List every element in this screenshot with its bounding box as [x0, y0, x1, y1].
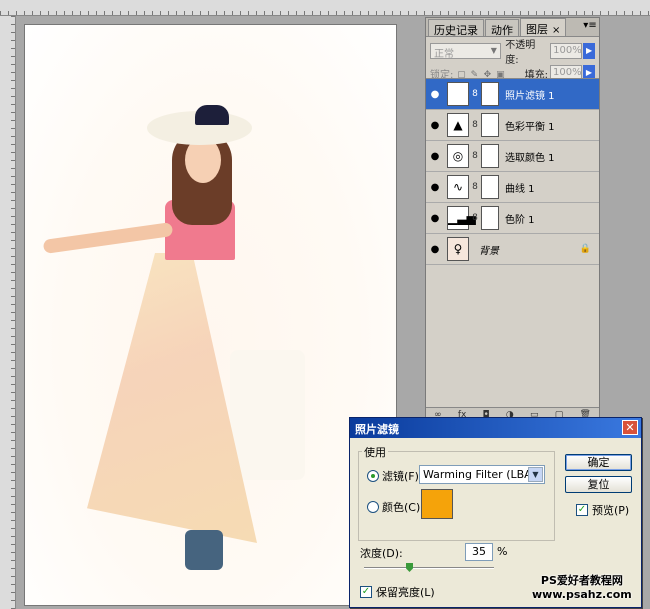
reset-button[interactable]: 复位 — [565, 476, 632, 493]
layer-name[interactable]: 照片滤镜 1 — [505, 87, 555, 102]
chevron-down-icon[interactable]: ▼ — [528, 467, 543, 482]
panel-tabs: 历史记录 动作 图层 × ▾≡ — [426, 18, 599, 37]
vertical-ruler — [0, 16, 16, 609]
layer-name[interactable]: 曲线 1 — [505, 180, 535, 195]
link-icon: 8 — [472, 182, 478, 192]
panel-menu-icon[interactable]: ▾≡ — [583, 20, 597, 34]
image-thumbnail: ♀ — [447, 237, 469, 261]
filter-label[interactable]: 滤镜(F): — [382, 468, 423, 484]
layer-mask-thumbnail[interactable] — [481, 82, 499, 106]
curves-icon: ∿ — [447, 175, 469, 199]
link-icon: 8 — [472, 89, 478, 99]
link-icon: 8 — [472, 213, 478, 223]
blend-row: 正常 ▼ 不透明度: 100% ▶ — [426, 40, 599, 66]
document-canvas[interactable] — [24, 24, 397, 606]
density-slider-thumb[interactable] — [406, 563, 413, 572]
visibility-eye-icon[interactable]: ● — [426, 151, 444, 162]
density-slider-track[interactable] — [364, 567, 494, 569]
tab-layers-label: 图层 — [526, 23, 548, 36]
close-tab-icon[interactable]: × — [552, 25, 560, 36]
filter-select-value: Warming Filter (LBA) — [423, 468, 536, 481]
layer-mask-thumbnail[interactable] — [481, 144, 499, 168]
blend-mode-value: 正常 — [434, 49, 454, 60]
color-radio-row: 颜色(C): — [367, 499, 424, 515]
watermark-line1: PS爱好者教程网 — [540, 574, 623, 587]
use-group-title: 使用 — [362, 444, 388, 460]
layer-name[interactable]: 背景 — [479, 242, 499, 257]
layer-row[interactable]: ● ◎ 8 选取颜色 1 — [426, 141, 599, 172]
suitcase-image — [230, 350, 305, 480]
filter-radio-row: 滤镜(F): — [367, 468, 423, 484]
preview-checkbox-row: ✓ 预览(P) — [576, 502, 629, 518]
shoes-image — [185, 530, 223, 570]
close-button[interactable]: ✕ — [622, 420, 638, 435]
watermark: PS爱好者教程网 www.psahz.com — [532, 574, 632, 602]
selective-color-icon: ◎ — [447, 144, 469, 168]
layer-row[interactable]: ● ▁▃▅ 8 色阶 1 — [426, 203, 599, 234]
visibility-eye-icon[interactable]: ● — [426, 213, 444, 224]
dialog-titlebar[interactable]: 照片滤镜 ✕ — [350, 418, 641, 438]
color-radio[interactable] — [367, 501, 379, 513]
visibility-eye-icon[interactable]: ● — [426, 89, 444, 100]
layers-list: ● ◕ 8 照片滤镜 1 ● ▲ 8 色彩平衡 1 ● ◎ 8 选取颜色 1 ●… — [426, 78, 599, 394]
layer-name[interactable]: 色阶 1 — [505, 211, 535, 226]
density-label: 浓度(D): — [360, 547, 403, 560]
tab-layers[interactable]: 图层 × — [520, 18, 567, 36]
layer-mask-thumbnail[interactable] — [481, 113, 499, 137]
opacity-label: 不透明度: — [505, 40, 536, 66]
layer-row[interactable]: ● ◕ 8 照片滤镜 1 — [426, 79, 599, 110]
preserve-luminosity-label[interactable]: 保留亮度(L) — [376, 584, 435, 600]
horizontal-ruler — [0, 0, 650, 16]
dialog-title: 照片滤镜 — [355, 423, 399, 436]
tab-actions[interactable]: 动作 — [485, 19, 519, 37]
visibility-eye-icon[interactable]: ● — [426, 182, 444, 193]
layer-row[interactable]: ● ∿ 8 曲线 1 — [426, 172, 599, 203]
color-swatch[interactable] — [421, 489, 453, 519]
visibility-eye-icon[interactable]: ● — [426, 120, 444, 131]
lock-icon: 🔒 — [579, 244, 591, 254]
layer-row[interactable]: ● ♀ 背景 🔒 — [426, 234, 599, 265]
watermark-line2: www.psahz.com — [532, 588, 632, 601]
preserve-luminosity-checkbox[interactable]: ✓ — [360, 586, 372, 598]
layer-name[interactable]: 色彩平衡 1 — [505, 118, 555, 133]
ok-button[interactable]: 确定 — [565, 454, 632, 471]
layers-panel: 历史记录 动作 图层 × ▾≡ 正常 ▼ 不透明度: 100% ▶ 锁定: ▢ ✎ ✥ ▣… — [425, 17, 600, 422]
photo-filter-icon: ◕ — [447, 82, 469, 106]
color-balance-icon: ▲ — [447, 113, 469, 137]
density-input[interactable]: 35 — [465, 543, 493, 561]
filter-select[interactable]: Warming Filter (LBA) ▼ — [419, 465, 545, 484]
visibility-eye-icon[interactable]: ● — [426, 244, 444, 255]
levels-icon: ▁▃▅ — [447, 206, 476, 230]
blend-mode-select[interactable]: 正常 ▼ — [430, 43, 502, 60]
tab-history[interactable]: 历史记录 — [428, 19, 484, 37]
hat-band-image — [195, 105, 229, 125]
filter-radio[interactable] — [367, 470, 379, 482]
preview-checkbox[interactable]: ✓ — [576, 504, 588, 516]
preserve-checkbox-row: ✓ 保留亮度(L) — [360, 584, 435, 600]
chevron-down-icon: ▼ — [490, 46, 497, 55]
link-icon: 8 — [472, 120, 478, 130]
preview-label[interactable]: 预览(P) — [592, 502, 629, 518]
opacity-slider-button[interactable]: ▶ — [583, 43, 595, 59]
opacity-input[interactable]: 100% — [550, 43, 583, 59]
arm-image — [42, 222, 174, 254]
link-icon: 8 — [472, 151, 478, 161]
layer-row[interactable]: ● ▲ 8 色彩平衡 1 — [426, 110, 599, 141]
layer-mask-thumbnail[interactable] — [481, 175, 499, 199]
density-unit: % — [497, 545, 508, 558]
layer-name[interactable]: 选取颜色 1 — [505, 149, 555, 164]
color-label[interactable]: 颜色(C): — [382, 499, 424, 515]
layer-mask-thumbnail[interactable] — [481, 206, 499, 230]
